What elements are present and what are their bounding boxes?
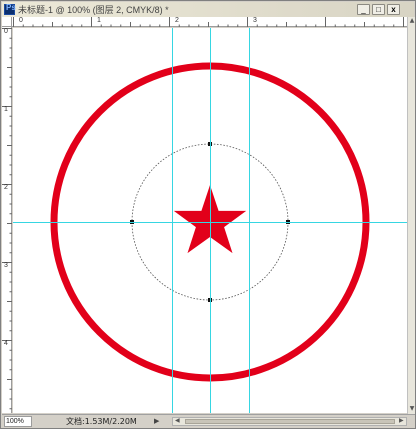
left-ruler-label-0: 0 [4,28,8,35]
left-ruler[interactable]: 0 1 2 3 4 [2,17,12,413]
horizontal-scrollbar[interactable]: ◀ ▶ [172,417,407,426]
left-ruler-ticks [2,28,12,410]
photoshop-icon: Ps [4,3,16,15]
document-title: 未标题-1 @ 100% (图层 2, CMYK/8) * [18,5,169,15]
horizontal-scroll-thumb[interactable] [185,419,395,424]
left-ruler-label-2: 2 [4,184,8,191]
zoom-level-field[interactable]: 100% [4,416,32,427]
minimize-button[interactable]: _ [357,4,370,15]
left-ruler-label-3: 3 [4,262,8,269]
top-ruler-label-0: 0 [19,17,23,24]
document-window: Ps 未标题-1 @ 100% (图层 2, CMYK/8) * _ □ x 0… [0,0,416,429]
status-menu-arrow-icon[interactable]: ▶ [154,417,159,425]
status-bar: 100% 文档:1.53M/2.20M ▶ ◀ ▶ [2,414,415,428]
top-ruler-label-3: 3 [253,17,257,24]
left-ruler-label-1: 1 [4,106,8,113]
title-bar[interactable]: Ps 未标题-1 @ 100% (图层 2, CMYK/8) * _ □ x [2,2,414,17]
artwork [13,28,407,413]
ruler-origin[interactable] [2,17,12,27]
left-ruler-label-4: 4 [4,340,8,347]
top-ruler-ticks [13,17,404,27]
scroll-down-icon[interactable]: ▼ [408,405,416,413]
top-ruler-label-1: 1 [97,17,101,24]
top-ruler[interactable]: 0 1 2 3 [2,17,407,27]
scroll-up-icon[interactable]: ▲ [408,17,416,25]
scroll-right-icon[interactable]: ▶ [399,417,404,424]
maximize-button[interactable]: □ [372,4,385,15]
close-button[interactable]: x [387,4,400,15]
scroll-left-icon[interactable]: ◀ [175,417,180,424]
vertical-scrollbar[interactable]: ▲ ▼ [407,17,415,414]
document-canvas[interactable] [13,28,407,413]
top-ruler-label-2: 2 [175,17,179,24]
document-size-info[interactable]: 文档:1.53M/2.20M [66,416,137,427]
